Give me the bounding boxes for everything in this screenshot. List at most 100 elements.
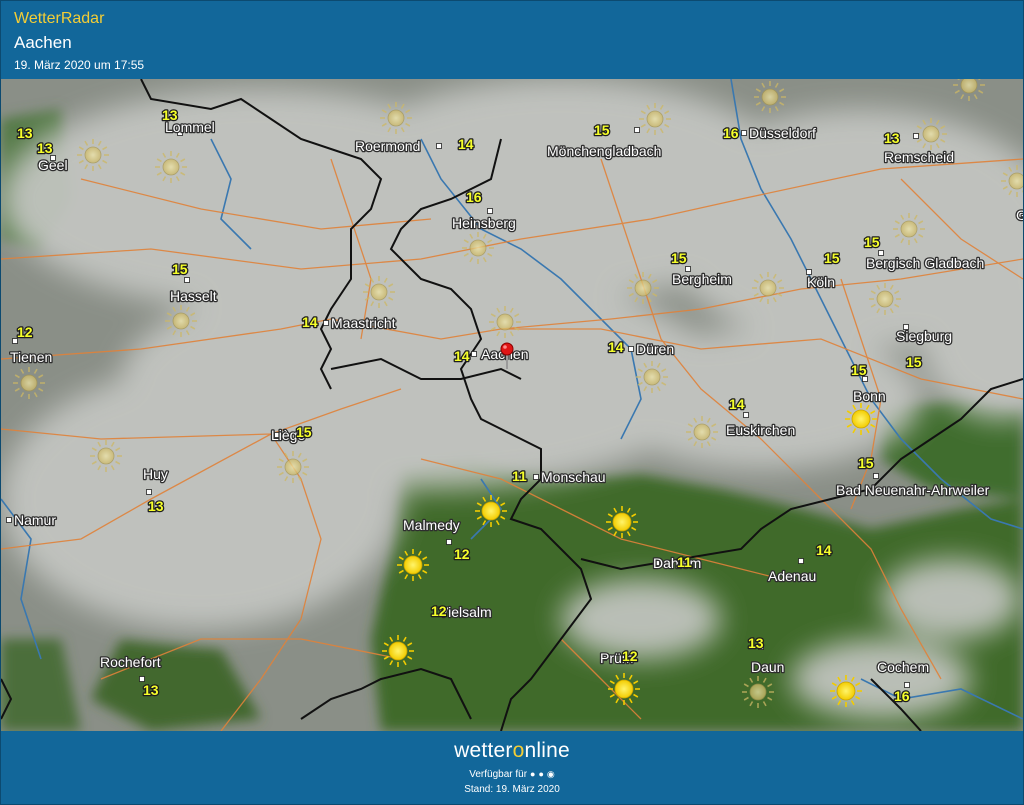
city-label[interactable]: Maastricht <box>330 314 397 333</box>
temperature-label: 14 <box>608 339 624 355</box>
city-label[interactable]: G <box>1015 206 1023 225</box>
temperature-label: 11 <box>677 554 692 570</box>
city-label[interactable]: Remscheid <box>883 148 956 167</box>
city-label[interactable]: Malmedy <box>402 516 461 535</box>
city-label[interactable]: Tienen <box>9 348 54 367</box>
sun-icon <box>363 276 395 308</box>
city-label[interactable]: Bad Neuenahr-Ahrweiler <box>835 481 991 500</box>
weather-map[interactable]: Lommel Geel Roermond Mönchengladbach Düsseld… <box>1 79 1023 731</box>
sun-icon <box>13 367 45 399</box>
city-marker <box>436 143 442 149</box>
availability-text: Verfügbar für <box>469 769 528 780</box>
city-label[interactable]: Daun <box>750 658 786 677</box>
sun-icon <box>845 403 877 435</box>
city-marker <box>904 682 910 688</box>
temperature-label: 13 <box>143 682 159 698</box>
city-label[interactable]: Bergheim <box>671 270 734 289</box>
city-marker <box>139 676 145 682</box>
android-icon[interactable]: ● <box>530 769 535 779</box>
temperature-label: 13 <box>162 107 178 123</box>
availability-line: Verfügbar für ● ● ◉ <box>1 769 1023 780</box>
city-label[interactable]: Rochefort <box>99 653 162 672</box>
temperature-label: 14 <box>729 396 745 412</box>
temperature-label: 11 <box>512 468 527 484</box>
apple-icon[interactable]: ● <box>538 769 543 779</box>
sun-icon <box>382 635 414 667</box>
sun-icon <box>869 283 901 315</box>
temperature-label: 15 <box>671 250 687 266</box>
sun-icon <box>627 272 659 304</box>
city-marker <box>628 346 634 352</box>
city-label[interactable]: Hasselt <box>169 287 218 306</box>
city-marker <box>146 489 152 495</box>
sun-icon <box>636 361 668 393</box>
temperature-label: 12 <box>17 324 33 340</box>
city-label[interactable]: Vielsalm <box>438 603 493 622</box>
city-marker <box>798 558 804 564</box>
city-layer: LommelGeelRoermond MönchengladbachDüsseld… <box>6 118 1023 688</box>
city-marker <box>184 277 190 283</box>
city-marker <box>487 208 493 214</box>
data-stand-date: Stand: 19. März 2020 <box>464 784 560 795</box>
city-label[interactable]: Geel <box>37 156 69 175</box>
city-label[interactable]: Bergisch Gladbach <box>865 254 986 273</box>
sun-icon <box>277 451 309 483</box>
app-window: WetterRadar Aachen 19. März 2020 um 17:5… <box>0 0 1024 805</box>
city-label[interactable]: Mönchengladbach <box>546 142 663 161</box>
sun-icon <box>606 506 638 538</box>
sun-icon <box>915 118 947 150</box>
temperature-label: 12 <box>454 546 470 562</box>
brand-suffix: nline <box>524 739 570 762</box>
city-label[interactable]: Huy <box>142 465 170 484</box>
brand-prefix: wetter <box>454 739 513 762</box>
sun-icon <box>752 272 784 304</box>
temperature-label: 14 <box>816 542 832 558</box>
city-marker <box>913 133 919 139</box>
sun-icon <box>165 305 197 337</box>
city-label[interactable]: Roermond <box>354 137 422 156</box>
city-label[interactable]: Siegburg <box>895 327 954 346</box>
city-marker <box>471 351 477 357</box>
web-icon[interactable]: ◉ <box>547 769 555 780</box>
sun-icon <box>953 79 985 101</box>
city-label[interactable]: Bonn <box>852 387 887 406</box>
city-label[interactable]: Köln <box>806 273 837 292</box>
sun-icon <box>90 440 122 472</box>
brand-accent: o <box>512 739 525 762</box>
temperature-label: 14 <box>458 136 474 152</box>
temperature-label: 15 <box>594 122 610 138</box>
sun-icon <box>475 495 507 527</box>
sun-icon <box>893 213 925 245</box>
city-marker <box>446 539 452 545</box>
city-marker <box>741 130 747 136</box>
city-label[interactable]: Düren <box>635 340 676 359</box>
city-label[interactable]: Adenau <box>767 567 818 586</box>
sun-icon <box>77 139 109 171</box>
city-marker <box>6 517 12 523</box>
app-title: WetterRadar <box>14 10 105 27</box>
sun-icon <box>1001 165 1023 197</box>
brand-logo[interactable]: wetteronline <box>1 739 1023 763</box>
temperature-label: 13 <box>884 130 900 146</box>
city-marker <box>323 320 329 326</box>
temperature-label: 13 <box>148 498 164 514</box>
temperature-label: 15 <box>824 250 840 266</box>
city-label[interactable]: Heinsberg <box>451 214 517 233</box>
city-label[interactable]: Namur <box>13 511 58 530</box>
temperature-label: 16 <box>894 688 910 704</box>
sun-icon <box>830 675 862 707</box>
temperature-label: 13 <box>17 125 33 141</box>
temperature-label: 12 <box>622 648 638 664</box>
header-bar: WetterRadar Aachen 19. März 2020 um 17:5… <box>1 1 1023 79</box>
city-label[interactable]: Euskirchen <box>725 421 797 440</box>
city-label[interactable]: Cochem <box>876 658 931 677</box>
temperature-label: 15 <box>851 362 867 378</box>
city-label[interactable]: Monschau <box>540 468 607 487</box>
temperature-label: 15 <box>864 234 880 250</box>
footer-bar: wetteronline Verfügbar für ● ● ◉ Stand: 19.… <box>1 731 1023 804</box>
sun-icon <box>155 151 187 183</box>
sun-icon <box>686 416 718 448</box>
sun-icon <box>380 102 412 134</box>
city-marker <box>743 412 749 418</box>
city-label[interactable]: Düsseldorf <box>748 124 818 143</box>
